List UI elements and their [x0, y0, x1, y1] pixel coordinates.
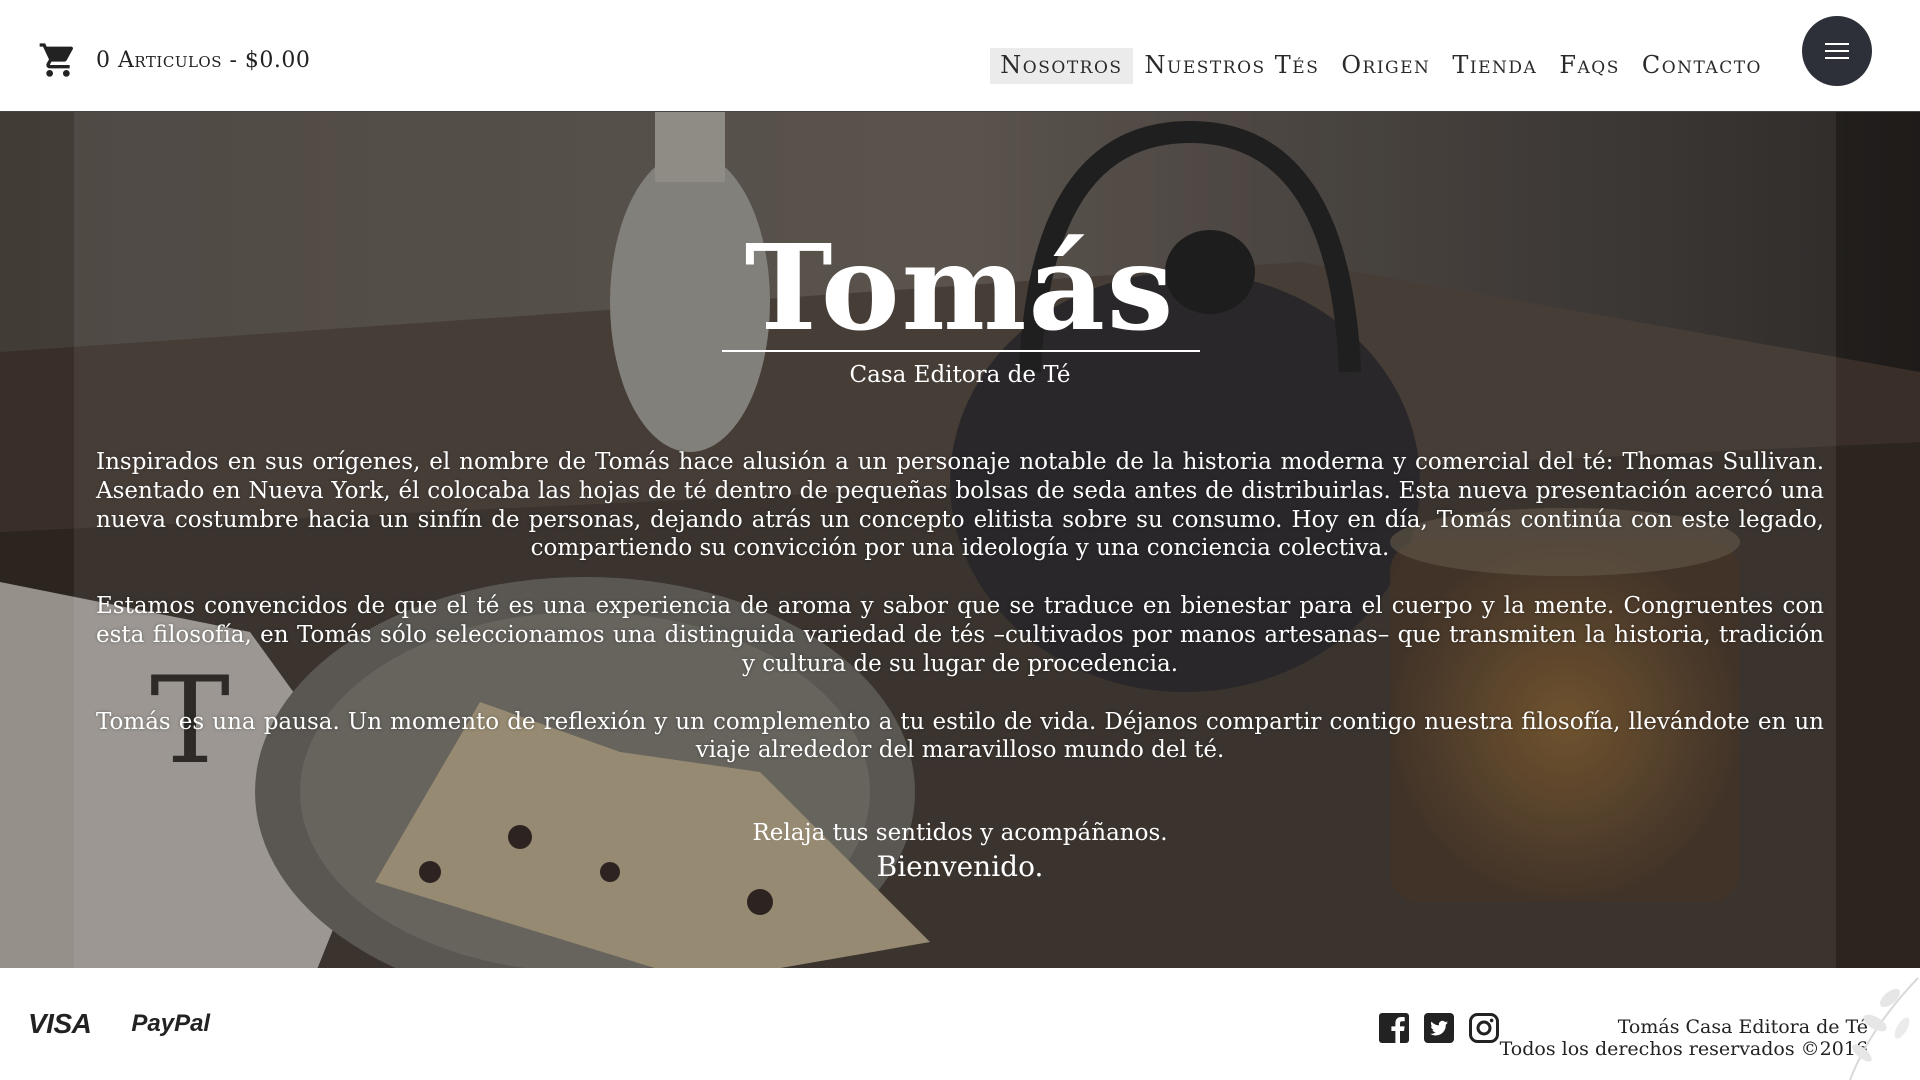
- copyright-line: Todos los derechos reservados ©2016: [1499, 1038, 1868, 1060]
- copyright-line: Tomás Casa Editora de Té: [1617, 1016, 1868, 1038]
- nav-item-contacto[interactable]: Contacto: [1632, 48, 1772, 84]
- hamburger-icon-bar: [1825, 57, 1849, 59]
- site-header: 0 Articulos - $0.00 Nosotros Nuestros Té…: [0, 0, 1920, 112]
- site-footer: VISA PayPal Tomás Casa Editora de Té Tod…: [0, 968, 1920, 1080]
- closing-line: Relaja tus sentidos y acompáñanos.: [752, 820, 1168, 846]
- nav-item-origen[interactable]: Origen: [1331, 48, 1440, 84]
- intro-paragraph: Tomás es una pausa. Un momento de reflex…: [96, 708, 1824, 764]
- welcome-text: Bienvenido.: [876, 850, 1044, 883]
- payment-methods: VISA PayPal: [28, 1008, 210, 1040]
- paypal-logo: PayPal: [131, 1010, 211, 1037]
- copyright: Tomás Casa Editora de Té Todos los derec…: [1500, 1016, 1868, 1060]
- intro-text: Inspirados en sus orígenes, el nombre de…: [96, 448, 1824, 794]
- instagram-icon[interactable]: [1468, 1012, 1500, 1044]
- nav-item-nuestros-tes[interactable]: Nuestros Tés: [1135, 48, 1330, 84]
- leaf-decoration-icon: [1849, 977, 1919, 1080]
- main-nav: Nosotros Nuestros Tés Origen Tienda Faqs…: [990, 48, 1772, 84]
- nav-item-nosotros[interactable]: Nosotros: [990, 48, 1133, 84]
- hero-content: Tomás Casa Editora de Té Inspirados en s…: [96, 112, 1824, 968]
- visa-logo: VISA: [28, 1008, 92, 1039]
- intro-paragraph: Inspirados en sus orígenes, el nombre de…: [96, 449, 1824, 562]
- twitter-icon[interactable]: [1423, 1012, 1455, 1044]
- hero-section: T Tomás Casa Editora de Té Inspirados en…: [0, 112, 1920, 968]
- brand-title: Tomás: [744, 218, 1176, 357]
- intro-paragraph: Estamos convencidos de que el té es una …: [96, 593, 1824, 677]
- hamburger-icon-bar: [1825, 50, 1849, 52]
- facebook-icon[interactable]: [1378, 1012, 1410, 1044]
- hamburger-icon: [1825, 43, 1849, 45]
- nav-item-faqs[interactable]: Faqs: [1549, 48, 1630, 84]
- closing-message: Relaja tus sentidos y acompáñanos. Bienv…: [96, 820, 1824, 883]
- cart-summary[interactable]: 0 Articulos - $0.00: [38, 40, 310, 80]
- menu-button[interactable]: [1802, 16, 1872, 86]
- brand-subtitle: Casa Editora de Té: [849, 362, 1071, 388]
- brand-underline: [722, 350, 1200, 352]
- cart-text: 0 Articulos - $0.00: [96, 47, 311, 73]
- cart-icon: [39, 43, 74, 77]
- social-links: [1378, 1012, 1500, 1044]
- nav-item-tienda[interactable]: Tienda: [1442, 48, 1547, 84]
